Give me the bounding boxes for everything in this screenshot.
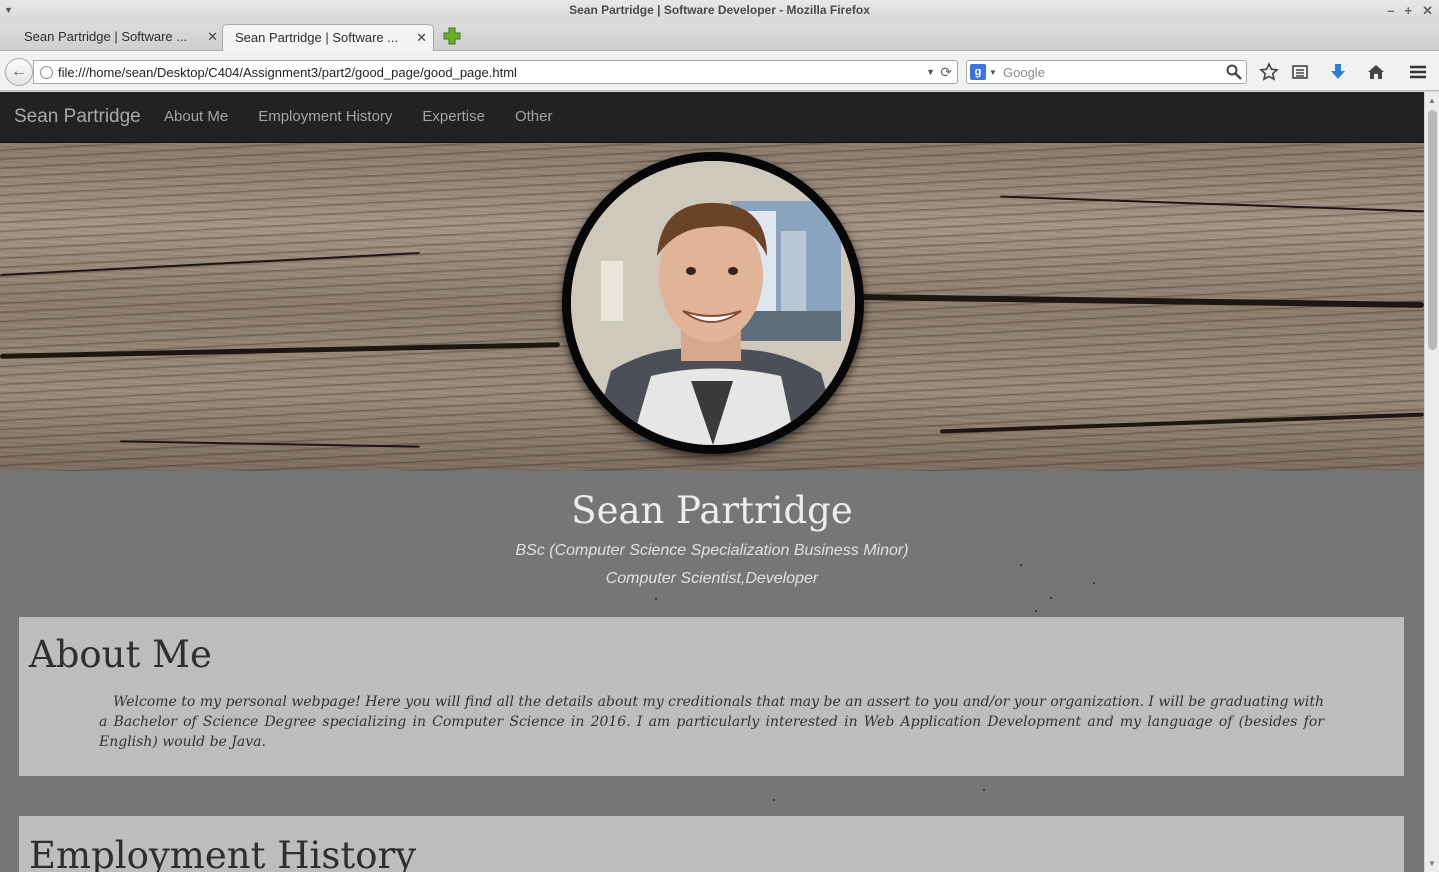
google-logo-icon[interactable]: g: [970, 64, 986, 80]
window-menu-icon[interactable]: ▼: [4, 0, 13, 21]
search-engine-dropdown-icon[interactable]: ▼: [989, 61, 997, 84]
window-title: Sean Partridge | Software Developer - Mo…: [569, 3, 870, 17]
search-icon[interactable]: [1226, 64, 1242, 80]
scroll-down-icon[interactable]: ▼: [1428, 859, 1436, 868]
close-window-icon[interactable]: ✕: [1422, 0, 1433, 21]
nav-expertise[interactable]: Expertise: [407, 92, 500, 142]
tab-close-icon[interactable]: ✕: [207, 24, 218, 49]
tab-1[interactable]: Sean Partridge | Software ... ✕: [12, 24, 224, 51]
tab-strip: Sean Partridge | Software ... ✕ Sean Par…: [0, 22, 1439, 52]
profile-name: Sean Partridge: [571, 489, 853, 532]
window-titlebar: ▼ Sean Partridge | Software Developer - …: [0, 0, 1439, 22]
nav-about-me[interactable]: About Me: [149, 92, 243, 142]
about-me-text: Welcome to my personal webpage! Here you…: [99, 694, 1324, 750]
tab-2-active[interactable]: Sean Partridge | Software ... ✕: [222, 24, 434, 52]
employment-history-heading: Employment History: [29, 834, 417, 872]
globe-icon: [40, 66, 53, 79]
page-viewport: Sean Partridge About Me Employment Histo…: [0, 92, 1424, 872]
profile-photo: [562, 152, 864, 454]
about-me-heading: About Me: [29, 633, 212, 676]
tab-close-icon[interactable]: ✕: [416, 25, 427, 50]
site-brand[interactable]: Sean Partridge: [14, 92, 141, 142]
bookmarks-menu-icon[interactable]: [1290, 62, 1310, 82]
downloads-icon[interactable]: [1328, 62, 1348, 82]
maximize-icon[interactable]: +: [1405, 0, 1413, 21]
profile-role: Computer Scientist,Developer: [605, 570, 819, 587]
back-arrow-icon: ←: [11, 63, 27, 80]
profile-header: Sean Partridge BSc (Computer Science Spe…: [0, 471, 1424, 588]
navigation-toolbar: ← file:///home/sean/Desktop/C404/Assignm…: [0, 51, 1439, 91]
page-scrollbar[interactable]: ▲ ▼: [1424, 92, 1439, 872]
tab-label: Sean Partridge | Software ...: [235, 30, 399, 45]
minimize-icon[interactable]: –: [1387, 0, 1394, 21]
nav-other[interactable]: Other: [500, 92, 568, 142]
hamburger-menu-icon[interactable]: [1408, 62, 1428, 82]
reload-icon[interactable]: ⟳: [940, 61, 952, 84]
search-bar[interactable]: g ▼ Google: [966, 60, 1247, 84]
profile-degree: BSc (Computer Science Specialization Bus…: [515, 542, 909, 559]
url-text: file:///home/sean/Desktop/C404/Assignmen…: [58, 65, 517, 80]
url-history-dropdown-icon[interactable]: ▼: [926, 61, 935, 84]
home-icon[interactable]: [1366, 62, 1386, 82]
url-bar[interactable]: file:///home/sean/Desktop/C404/Assignmen…: [33, 60, 958, 84]
employment-history-section: Employment History: [19, 816, 1404, 872]
about-me-section: About Me Welcome to my personal webpage!…: [19, 617, 1404, 776]
tab-label: Sean Partridge | Software ...: [24, 29, 188, 44]
search-input[interactable]: Google: [1003, 61, 1045, 84]
scroll-thumb[interactable]: [1428, 110, 1437, 350]
back-button[interactable]: ←: [5, 58, 33, 86]
bookmark-star-icon[interactable]: [1259, 62, 1279, 82]
new-tab-icon[interactable]: [443, 27, 461, 45]
scroll-up-icon[interactable]: ▲: [1428, 96, 1436, 105]
profile-photo-image: [571, 161, 855, 445]
nav-employment-history[interactable]: Employment History: [243, 92, 407, 142]
site-navbar: Sean Partridge About Me Employment Histo…: [0, 92, 1424, 143]
